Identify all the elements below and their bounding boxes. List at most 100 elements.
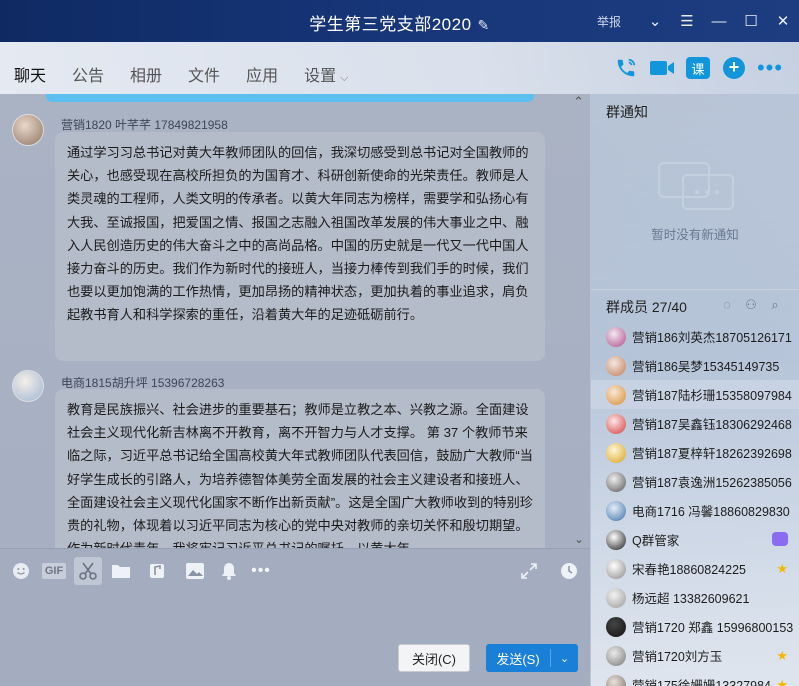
chat-history[interactable]: ⌃ 营销1820 叶芊芊 17849821958 通过学习习总书记对黄大年教师团… xyxy=(0,94,590,548)
window-controls: 举报 ⌄ ☰ — ☐ ✕ xyxy=(597,0,799,42)
history-clock-icon[interactable] xyxy=(558,560,580,582)
avatar xyxy=(606,471,626,492)
close-icon[interactable]: ✕ xyxy=(767,12,799,30)
member-name: 营销1720刘方玉 xyxy=(632,650,723,664)
minimize-icon[interactable]: — xyxy=(703,13,735,30)
member-item[interactable]: 营销1720 郑鑫 15996800153 xyxy=(591,612,799,641)
chevron-down-icon: ⌵ xyxy=(340,72,349,84)
image-icon[interactable] xyxy=(184,560,206,582)
emoji-icon[interactable] xyxy=(10,560,32,582)
chat-bubble-icon[interactable]: ◌ xyxy=(715,297,739,313)
music-icon[interactable] xyxy=(146,560,168,582)
avatar xyxy=(606,442,626,463)
member-list[interactable]: 营销186刘英杰18705126171 营销186吴梦15345149735 营… xyxy=(591,322,799,686)
report-link[interactable]: 举报 xyxy=(597,13,621,30)
gif-icon[interactable]: GIF xyxy=(41,560,67,582)
sender-name[interactable]: 营销1820 叶芊芊 17849821958 xyxy=(61,116,228,133)
class-label: 课 xyxy=(686,57,710,79)
member-name: 营销186吴梦15345149735 xyxy=(632,360,780,374)
robot-icon xyxy=(772,532,788,549)
member-item[interactable]: 营销1720刘方玉 ★ xyxy=(591,641,799,670)
avatar xyxy=(606,616,626,637)
notice-placeholder-icon xyxy=(658,162,734,210)
member-item[interactable]: 营销187陆杉珊15358097984 xyxy=(591,380,799,409)
send-button[interactable]: 发送(S) ⌄ xyxy=(486,644,578,672)
avatar xyxy=(606,500,626,521)
star-icon: ★ xyxy=(776,648,788,663)
star-icon: ★ xyxy=(776,561,788,576)
member-name: 营销175徐姗姗13327984 xyxy=(632,679,771,686)
member-tools: ◌ ⚇ ⌕ xyxy=(715,297,787,313)
member-name: 杨远超 13382609621 xyxy=(632,592,750,606)
member-item[interactable]: 杨远超 13382609621 xyxy=(591,583,799,612)
search-icon[interactable]: ⌕ xyxy=(763,297,787,313)
class-icon[interactable]: 课 xyxy=(681,55,715,81)
member-name: 营销186刘英杰18705126171 xyxy=(632,331,792,345)
tab-settings-label: 设置 xyxy=(304,68,337,85)
avatar xyxy=(606,674,626,686)
tab-chat[interactable]: 聊天 xyxy=(14,62,47,100)
avatar xyxy=(606,413,626,434)
group-name: 学生第三党支部2020 xyxy=(309,15,472,34)
member-name: 营销187陆杉珊15358097984 xyxy=(632,389,792,403)
member-item[interactable]: 营销186吴梦15345149735 xyxy=(591,351,799,380)
tabs: 聊天 公告 相册 文件 应用 设置 ⌵ xyxy=(14,62,374,100)
avatar xyxy=(606,587,626,608)
member-item[interactable]: 电商1716 冯馨18860829830 xyxy=(591,496,799,525)
title-bar: 学生第三党支部2020 ✎ 举报 ⌄ ☰ — ☐ ✕ xyxy=(0,0,799,42)
pencil-icon[interactable]: ✎ xyxy=(478,17,490,33)
gif-label: GIF xyxy=(41,563,67,579)
member-count-title: 群成员 27/40 xyxy=(606,299,687,315)
message-input[interactable]: 关闭(C) 发送(S) ⌄ xyxy=(0,592,590,686)
expand-icon[interactable] xyxy=(518,560,540,582)
member-name: 营销187袁逸洲15262385056 xyxy=(632,476,792,490)
member-name: 营销1720 郑鑫 15996800153 xyxy=(632,621,794,635)
scroll-down-icon[interactable]: ⌄ xyxy=(574,532,584,546)
video-call-icon[interactable] xyxy=(645,55,679,81)
member-item[interactable]: 营销187袁逸洲15262385056 xyxy=(591,467,799,496)
send-options-icon[interactable]: ⌄ xyxy=(551,652,578,665)
chevron-down-icon[interactable]: ⌄ xyxy=(639,12,671,30)
tab-settings[interactable]: 设置 ⌵ xyxy=(304,62,348,86)
member-name: 营销187吴鑫钰18306292468 xyxy=(632,418,792,432)
avatar[interactable] xyxy=(12,114,44,146)
tab-notice[interactable]: 公告 xyxy=(72,62,104,86)
tab-album[interactable]: 相册 xyxy=(130,62,162,86)
input-toolbar: GIF ••• xyxy=(0,548,590,592)
bell-icon[interactable] xyxy=(218,560,240,582)
close-button[interactable]: 关闭(C) xyxy=(398,644,470,672)
collapse-icon[interactable]: ⌃ xyxy=(573,94,584,110)
member-name: 宋春艳18860824225 xyxy=(632,563,746,577)
member-item[interactable]: 营销187夏梓轩18262392698 xyxy=(591,438,799,467)
avatar xyxy=(606,529,626,550)
avatar xyxy=(606,326,626,347)
previous-message-bubble-edge xyxy=(46,94,534,102)
member-name: Q群管家 xyxy=(632,534,680,548)
avatar[interactable] xyxy=(12,370,44,402)
maximize-icon[interactable]: ☐ xyxy=(735,12,767,30)
more-icon[interactable]: ••• xyxy=(753,55,787,81)
notice-empty-text: 暂时没有新通知 xyxy=(651,228,739,242)
avatar xyxy=(606,558,626,579)
member-item[interactable]: 营销187吴鑫钰18306292468 xyxy=(591,409,799,438)
add-icon[interactable]: + xyxy=(717,55,751,81)
side-panel: 群通知 暂时没有新通知 群成员 27/40 ◌ ⚇ ⌕ 营销186刘英杰1870… xyxy=(590,94,799,686)
star-icon: ★ xyxy=(776,677,788,686)
member-name: 营销187夏梓轩18262392698 xyxy=(632,447,792,461)
tab-files[interactable]: 文件 xyxy=(188,62,220,86)
phone-call-icon[interactable] xyxy=(609,55,643,81)
group-notice-title: 群通知 xyxy=(606,104,648,120)
menu-lines-icon[interactable]: ☰ xyxy=(671,12,703,30)
message-bubble: 教育是民族振兴、社会进步的重要基石；教师是立教之本、兴教之源。全面建设社会主义现… xyxy=(55,389,545,548)
member-item[interactable]: 宋春艳18860824225 ★ xyxy=(591,554,799,583)
more-icon[interactable]: ••• xyxy=(250,560,272,582)
folder-icon[interactable] xyxy=(110,560,132,582)
member-item[interactable]: 营销175徐姗姗13327984 ★ xyxy=(591,670,799,686)
member-item[interactable]: 营销186刘英杰18705126171 xyxy=(591,322,799,351)
scissors-icon[interactable] xyxy=(74,557,102,585)
add-member-icon[interactable]: ⚇ xyxy=(739,297,763,313)
message-bubble: 通过学习习总书记对黄大年教师团队的回信，我深切感受到总书记对全国教师的关心，也感… xyxy=(55,132,545,361)
member-item[interactable]: Q群管家 xyxy=(591,525,799,554)
tab-apps[interactable]: 应用 xyxy=(246,62,278,86)
member-name: 电商1716 冯馨18860829830 xyxy=(632,505,790,519)
